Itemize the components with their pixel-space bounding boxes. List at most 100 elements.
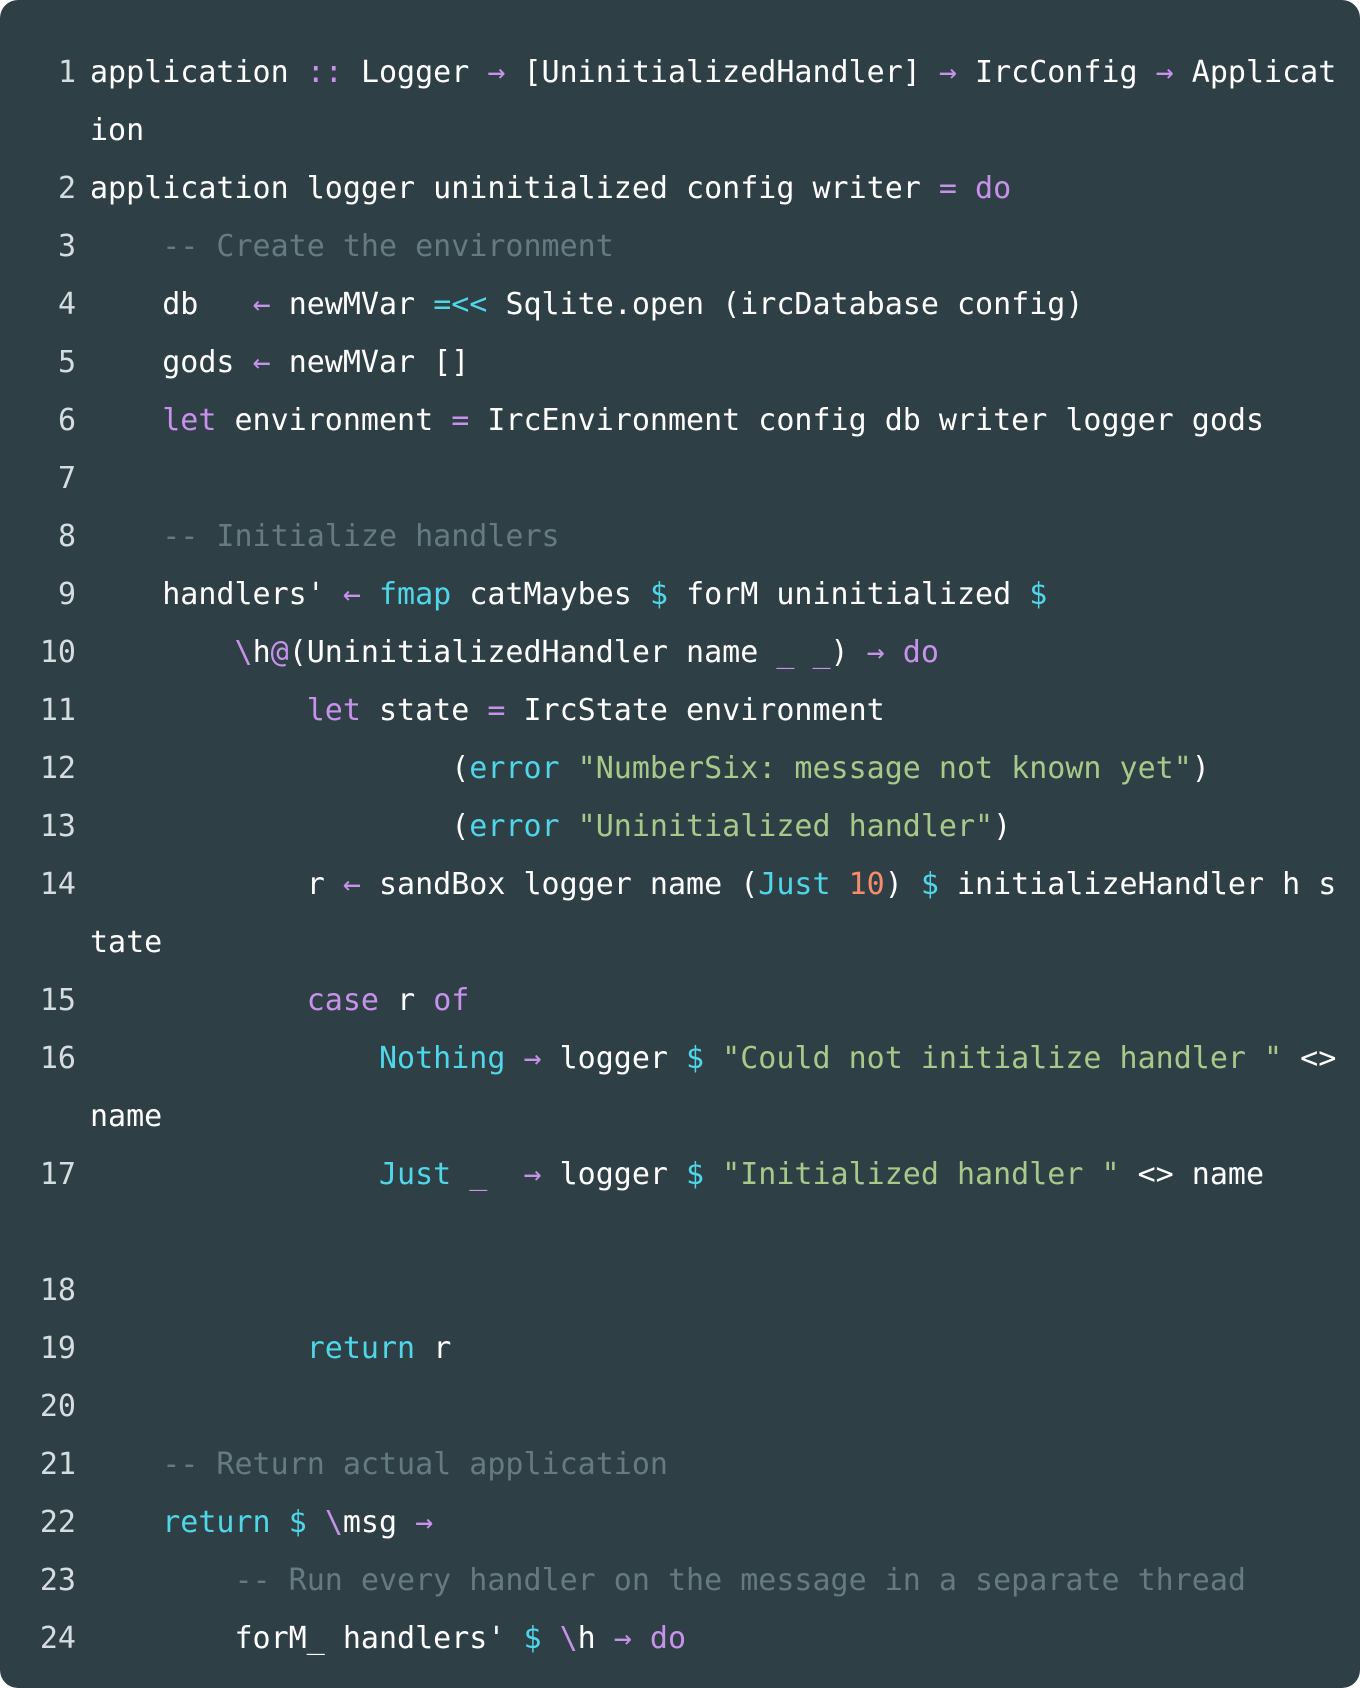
line-text: handlers' ← fmap catMaybes $ forM uninit… <box>90 566 1346 624</box>
code-token: forM_ handlers' <box>90 1621 524 1656</box>
line-number: 17 <box>39 1157 76 1192</box>
code-line: 4 db ← newMVar =<< Sqlite.open (ircDatab… <box>0 276 1360 334</box>
code-token: return <box>306 1331 434 1366</box>
code-token: [UninitializedHandler] <box>523 55 939 90</box>
code-line: 5 gods ← newMVar [] <box>0 334 1360 392</box>
code-token: logger <box>559 1157 687 1192</box>
code-token: application <box>90 55 307 90</box>
code-token: <> name <box>1119 1157 1265 1192</box>
code-token: = <box>487 693 524 728</box>
code-token: error <box>469 809 578 844</box>
code-line: 17 Just _ → logger $ "Initialized handle… <box>0 1146 1360 1262</box>
code-line: 1 application :: Logger → [UninitializedH… <box>0 44 1360 160</box>
code-line: 6 let environment = IrcEnvironment confi… <box>0 392 1360 450</box>
code-token: -- Return actual application <box>162 1447 668 1482</box>
line-number: 4 <box>57 287 76 322</box>
code-token: → <box>415 1505 434 1540</box>
code-token: r <box>433 1331 452 1366</box>
code-token: $ <box>288 1505 325 1540</box>
code-line: 12 (error "NumberSix: message not known … <box>0 740 1360 798</box>
code-line: 22 return $ \msg → <box>0 1494 1360 1552</box>
code-token: do <box>902 635 939 670</box>
code-token: application logger uninitialized config … <box>90 171 939 206</box>
code-token: =<< <box>433 287 506 322</box>
code-line: 3 -- Create the environment <box>0 218 1360 276</box>
code-line: 10 \h@(UninitializedHandler name _ _) → … <box>0 624 1360 682</box>
line-number: 9 <box>57 577 76 612</box>
code-token: → <box>866 635 903 670</box>
code-line: 9 handlers' ← fmap catMaybes $ forM unin… <box>0 566 1360 624</box>
line-text: (error "NumberSix: message not known yet… <box>90 740 1346 798</box>
code-token: = <box>938 171 976 206</box>
code-token: "NumberSix: message not known yet" <box>577 751 1192 786</box>
code-token: _ <box>469 1157 524 1192</box>
code-block: 1 application :: Logger → [UninitializedH… <box>0 44 1360 1668</box>
line-text: -- Run every handler on the message in a… <box>90 1552 1346 1610</box>
line-number: 24 <box>39 1621 76 1656</box>
code-token: r <box>90 867 343 902</box>
code-token: Just <box>758 867 849 902</box>
line-number: 14 <box>39 867 76 902</box>
line-text: let environment = IrcEnvironment config … <box>90 392 1346 450</box>
code-line: 20 <box>0 1378 1360 1436</box>
code-token: → <box>938 55 976 90</box>
line-number: 19 <box>39 1331 76 1366</box>
code-token: $ <box>686 1041 723 1076</box>
code-token: ) <box>830 635 867 670</box>
line-number: 13 <box>39 809 76 844</box>
code-token: \ <box>234 635 253 670</box>
code-token: -- Run every handler on the message in a… <box>234 1563 1246 1598</box>
line-text: case r of <box>90 972 1346 1030</box>
line-number: 2 <box>57 171 76 206</box>
line-text: -- Initialize handlers <box>90 508 1346 566</box>
code-token: ← <box>342 867 379 902</box>
line-text: gods ← newMVar [] <box>90 334 1346 392</box>
code-token: newMVar <box>288 287 434 322</box>
code-token: Nothing <box>378 1041 524 1076</box>
code-token: ← <box>342 577 379 612</box>
code-token: ) <box>1191 751 1210 786</box>
line-text: let state = IrcState environment <box>90 682 1346 740</box>
code-token: IrcEnvironment config db writer logger g… <box>487 403 1265 438</box>
code-line: 8 -- Initialize handlers <box>0 508 1360 566</box>
code-token: fmap <box>379 577 470 612</box>
code-token: newMVar [] <box>288 345 470 380</box>
line-text: db ← newMVar =<< Sqlite.open (ircDatabas… <box>90 276 1346 334</box>
code-token: "Uninitialized handler" <box>577 809 994 844</box>
code-line: 23 -- Run every handler on the message i… <box>0 1552 1360 1610</box>
code-token: state <box>379 693 488 728</box>
code-token: $ <box>686 1157 723 1192</box>
code-token: msg <box>342 1505 416 1540</box>
code-token: :: <box>306 55 361 90</box>
code-token: 10 <box>848 867 885 902</box>
line-text: application :: Logger → [UninitializedHa… <box>90 44 1346 160</box>
code-token: forM uninitialized <box>686 577 1030 612</box>
code-token: _ _ <box>776 635 831 670</box>
line-number: 6 <box>57 403 76 438</box>
code-token: db <box>90 287 253 322</box>
line-number: 10 <box>39 635 76 670</box>
code-token: return <box>162 1505 289 1540</box>
code-line: 15 case r of <box>0 972 1360 1030</box>
code-token: $ <box>523 1621 560 1656</box>
code-token: @ <box>270 635 289 670</box>
line-number: 22 <box>39 1505 76 1540</box>
code-token: "Could not initialize handler " <box>722 1041 1283 1076</box>
code-line: 24 forM_ handlers' $ \h → do <box>0 1610 1360 1668</box>
line-number: 1 <box>57 55 76 90</box>
code-token: IrcConfig <box>975 55 1156 90</box>
line-number: 23 <box>39 1563 76 1598</box>
code-token: let <box>306 693 379 728</box>
code-token: = <box>451 403 488 438</box>
line-text: -- Create the environment <box>90 218 1346 276</box>
code-token: r <box>397 983 434 1018</box>
code-token: let <box>162 403 235 438</box>
code-token: ) <box>884 867 921 902</box>
code-token: \ <box>324 1505 343 1540</box>
line-text: -- Return actual application <box>90 1436 1346 1494</box>
